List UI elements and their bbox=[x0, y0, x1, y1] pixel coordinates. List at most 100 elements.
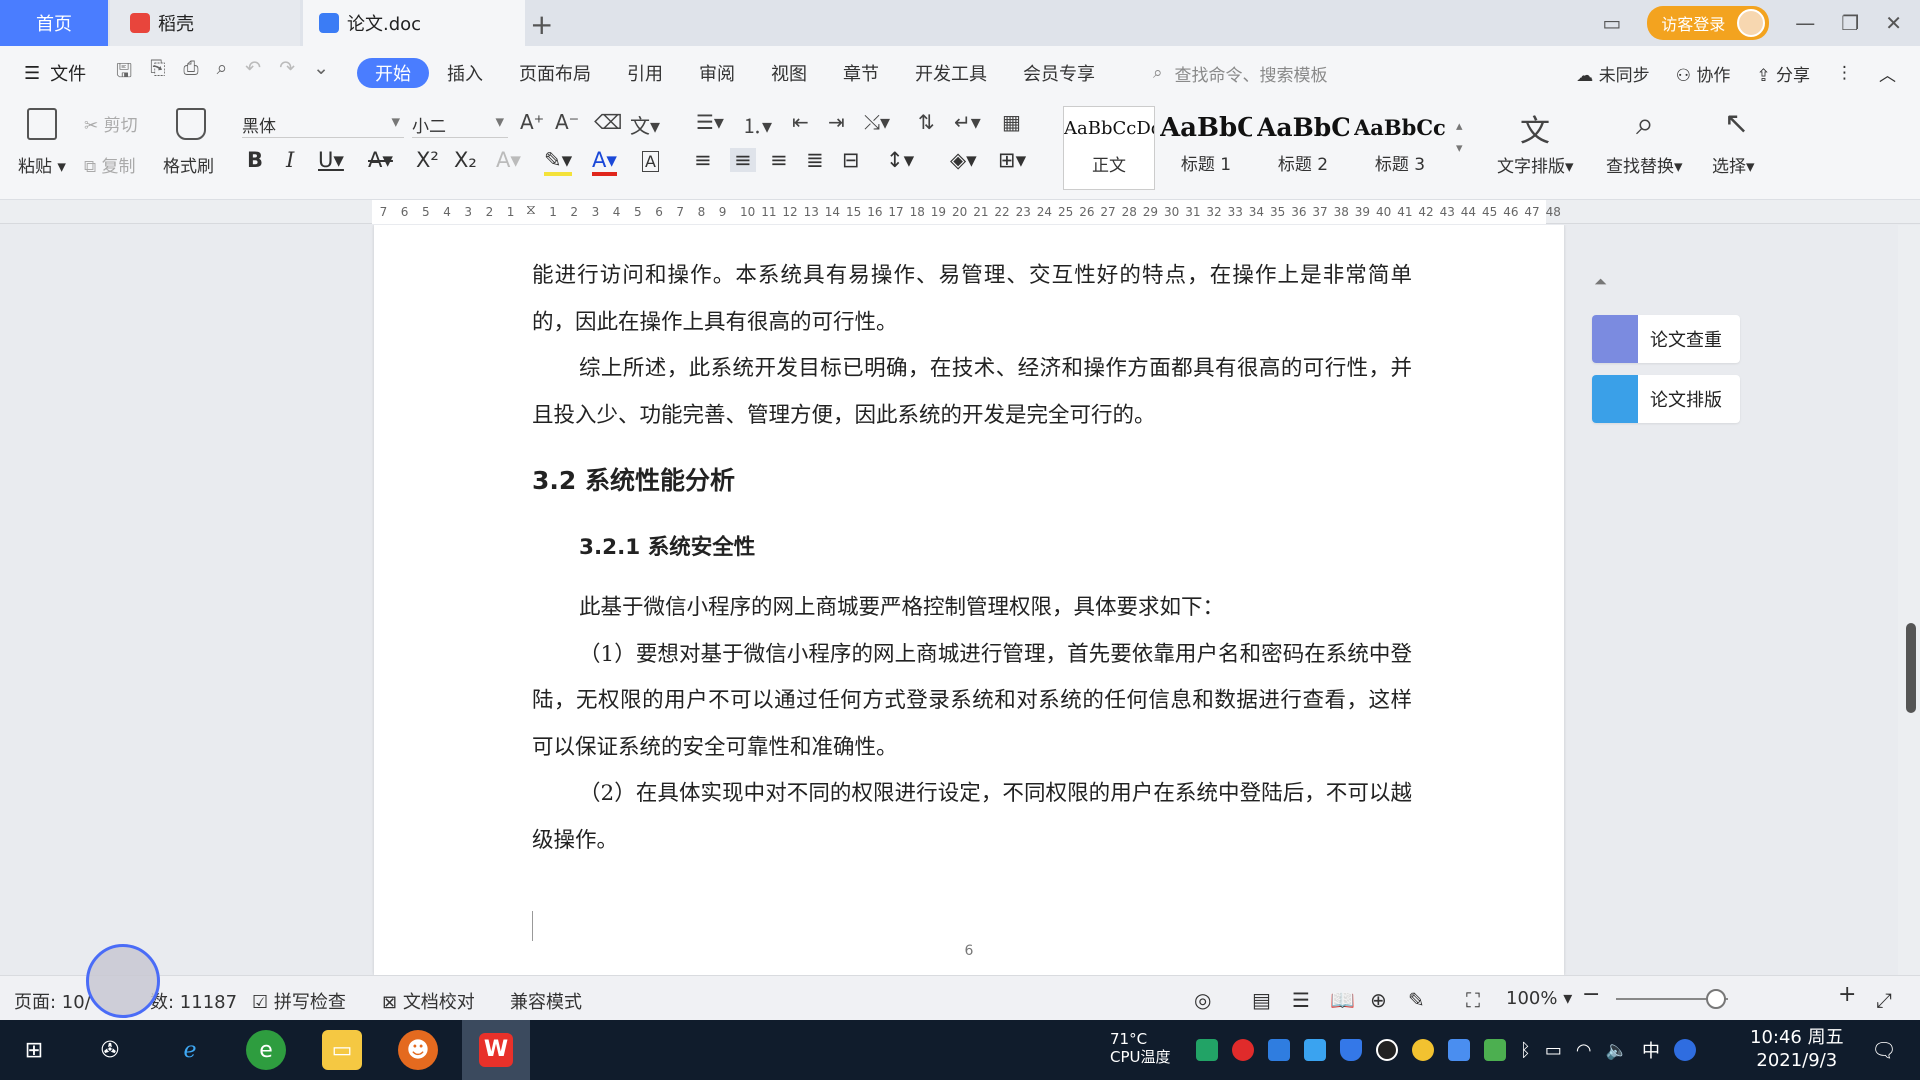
reading-view-icon[interactable]: 📖 bbox=[1330, 988, 1355, 1012]
system-clock[interactable]: 10:46 周五 2021/9/3 bbox=[1750, 1026, 1844, 1072]
menu-review[interactable]: 审阅 bbox=[681, 58, 753, 88]
eye-protection-icon[interactable]: ◎ bbox=[1194, 988, 1211, 1012]
font-size-select[interactable]: 小二 ▾ bbox=[412, 112, 508, 138]
new-tab-button[interactable]: + bbox=[530, 8, 553, 41]
input-method-icon[interactable] bbox=[1673, 1039, 1696, 1061]
paragraph-permission-intro[interactable]: 此基于微信小程序的网上商城要严格控制管理权限，具体要求如下： bbox=[532, 585, 1412, 632]
nvidia-icon[interactable] bbox=[1484, 1039, 1506, 1061]
text-layout-icon[interactable]: 文 bbox=[1520, 106, 1550, 150]
decrease-indent-icon[interactable]: ⇤ bbox=[792, 110, 809, 134]
sync-button[interactable]: ☁ 未同步 bbox=[1576, 61, 1649, 86]
text-layout-button[interactable]: 文字排版▾ bbox=[1497, 152, 1574, 177]
bullet-list-icon[interactable]: ☰▾ bbox=[696, 110, 724, 134]
wifi-icon[interactable]: ◠ bbox=[1576, 1040, 1592, 1061]
sort-icon[interactable]: ⇅ bbox=[918, 110, 935, 134]
indent-marker-icon[interactable]: ⧖ bbox=[526, 202, 536, 218]
tray-app-red-icon[interactable] bbox=[1232, 1039, 1254, 1061]
align-left-icon[interactable]: ≡ bbox=[694, 148, 712, 172]
char-border-icon[interactable]: A bbox=[642, 151, 659, 172]
shrink-font-icon[interactable]: A⁻ bbox=[555, 110, 579, 134]
undo-icon[interactable]: ↶ bbox=[245, 57, 261, 89]
ime-indicator[interactable]: 中 bbox=[1642, 1037, 1660, 1063]
restore-button[interactable]: ❐ bbox=[1841, 11, 1859, 35]
highlight-icon[interactable]: ✎▾ bbox=[544, 148, 573, 176]
spell-check-button[interactable]: ☑ 拼写检查 bbox=[252, 988, 346, 1014]
magnifier-icon[interactable]: ⌕ bbox=[1636, 104, 1654, 143]
style-heading-3[interactable]: AaBbCcI 标题 3 bbox=[1354, 106, 1446, 190]
paste-button[interactable]: 粘贴 ▾ bbox=[18, 152, 66, 177]
clear-format-icon[interactable]: ⌫ bbox=[594, 110, 622, 134]
windows-start-icon[interactable]: ⊞ bbox=[14, 1030, 54, 1070]
paragraph-requirement-2[interactable]: （2）在具体实现中对不同的权限进行设定，不同权限的用户在系统中登陆后，不可以越级… bbox=[532, 771, 1412, 864]
table-tools-icon[interactable]: ▦ bbox=[1002, 110, 1021, 134]
security-shield-icon[interactable] bbox=[1340, 1039, 1362, 1061]
tray-app-blue-icon[interactable] bbox=[1268, 1039, 1290, 1061]
superscript-icon[interactable]: X² bbox=[416, 148, 439, 172]
collapse-ribbon-icon[interactable]: ︿ bbox=[1879, 61, 1896, 86]
phonetic-guide-icon[interactable]: 文▾ bbox=[630, 110, 660, 139]
menu-view[interactable]: 视图 bbox=[753, 58, 825, 88]
paragraph-operation-feasibility[interactable]: 能进行访问和操作。本系统具有易操作、易管理、交互性好的特点，在操作上是非常简单的… bbox=[532, 253, 1412, 346]
bold-icon[interactable]: B bbox=[247, 148, 263, 172]
zoom-in-button[interactable]: + bbox=[1838, 982, 1856, 1007]
find-replace-button[interactable]: 查找替换▾ bbox=[1606, 152, 1683, 177]
close-button[interactable]: ✕ bbox=[1885, 11, 1902, 35]
doc-proof-button[interactable]: ⊠ 文档校对 bbox=[382, 988, 475, 1014]
more-icon[interactable]: ⋮ bbox=[1836, 63, 1853, 83]
notification-center-icon[interactable]: 🗨 bbox=[1864, 1030, 1904, 1070]
pen-icon[interactable]: ✎ bbox=[1408, 988, 1425, 1012]
share-button[interactable]: ⇪ 分享 bbox=[1756, 61, 1810, 86]
tab-daoke[interactable]: 稻壳 bbox=[110, 0, 300, 46]
wps-taskbar-item[interactable]: W bbox=[462, 1020, 530, 1080]
app-orange-icon[interactable]: ☻ bbox=[398, 1030, 438, 1070]
menu-references[interactable]: 引用 bbox=[609, 58, 681, 88]
cpu-temperature[interactable]: 71°C CPU温度 bbox=[1110, 1020, 1182, 1080]
tab-document[interactable]: 论文.doc bbox=[303, 0, 525, 46]
web-view-icon[interactable]: ⊕ bbox=[1370, 988, 1387, 1012]
styles-scroll[interactable]: ▴ ▾ bbox=[1456, 116, 1463, 160]
menu-page-layout[interactable]: 页面布局 bbox=[501, 58, 609, 88]
redo-icon[interactable]: ↷ bbox=[279, 57, 295, 89]
command-search-input[interactable]: ⌕ 查找命令、搜索模板 bbox=[1153, 61, 1328, 86]
justify-icon[interactable]: ≣ bbox=[806, 148, 824, 172]
zoom-slider-handle[interactable] bbox=[1706, 989, 1726, 1009]
outline-view-icon[interactable]: ☰ bbox=[1292, 988, 1310, 1012]
grow-font-icon[interactable]: A⁺ bbox=[520, 110, 544, 134]
guest-login-button[interactable]: 访客登录 bbox=[1647, 6, 1770, 40]
tray-app-cloud-icon[interactable] bbox=[1304, 1039, 1326, 1061]
side-panel-collapse-icon[interactable]: ⏶ bbox=[1594, 272, 1607, 292]
text-effect-icon[interactable]: A▾ bbox=[496, 148, 521, 172]
chevron-down-icon[interactable]: ⌄ bbox=[313, 57, 329, 89]
page-view-icon[interactable]: ▤ bbox=[1252, 988, 1271, 1012]
tray-app-yellow-icon[interactable] bbox=[1412, 1039, 1434, 1061]
subscript-icon[interactable]: X₂ bbox=[454, 148, 477, 172]
underline-icon[interactable]: U▾ bbox=[318, 148, 344, 172]
page-content[interactable]: 能进行访问和操作。本系统具有易操作、易管理、交互性好的特点，在操作上是非常简单的… bbox=[532, 253, 1412, 864]
paragraph-summary[interactable]: 综上所述，此系统开发目标已明确，在技术、经济和操作方面都具有很高的可行性，并且投… bbox=[532, 346, 1412, 439]
file-explorer-icon[interactable]: ▭ bbox=[322, 1030, 362, 1070]
show-marks-icon[interactable]: ↵▾ bbox=[954, 110, 981, 134]
tray-app-green-icon[interactable] bbox=[1196, 1039, 1218, 1061]
browser-360-icon[interactable]: e bbox=[246, 1030, 286, 1070]
format-painter-icon[interactable] bbox=[176, 108, 206, 140]
paper-check-button[interactable]: 论文查重 bbox=[1592, 315, 1740, 363]
vertical-scrollbar[interactable] bbox=[1898, 225, 1920, 975]
fit-page-icon[interactable]: ⛶ bbox=[1466, 988, 1480, 1012]
style-normal[interactable]: AaBbCcDd 正文 bbox=[1063, 106, 1155, 190]
fan-app-icon[interactable]: ✇ bbox=[90, 1030, 130, 1070]
ie-browser-icon[interactable]: ℯ bbox=[170, 1030, 210, 1070]
heading-3-2-1[interactable]: 3.2.1 系统安全性 bbox=[532, 511, 1412, 585]
menu-member[interactable]: 会员专享 bbox=[1005, 58, 1113, 88]
document-page[interactable]: 能进行访问和操作。本系统具有易操作、易管理、交互性好的特点，在操作上是非常简单的… bbox=[374, 225, 1564, 975]
strikethrough-icon[interactable]: A▾ bbox=[368, 148, 393, 172]
zoom-out-button[interactable]: − bbox=[1582, 982, 1600, 1007]
align-center-icon[interactable]: ≡ bbox=[730, 148, 756, 172]
font-name-select[interactable]: 黑体 ▾ bbox=[242, 112, 404, 138]
cursor-arrow-icon[interactable]: ↖ bbox=[1724, 106, 1749, 141]
paper-format-button[interactable]: 论文排版 bbox=[1592, 375, 1740, 423]
numbered-list-icon[interactable]: ⒈▾ bbox=[742, 110, 772, 139]
qq-icon[interactable] bbox=[1376, 1039, 1398, 1061]
line-spacing-icon[interactable]: ↕▾ bbox=[886, 148, 914, 172]
floating-assistant-ball[interactable] bbox=[86, 944, 160, 1018]
minimize-button[interactable]: — bbox=[1795, 11, 1815, 35]
